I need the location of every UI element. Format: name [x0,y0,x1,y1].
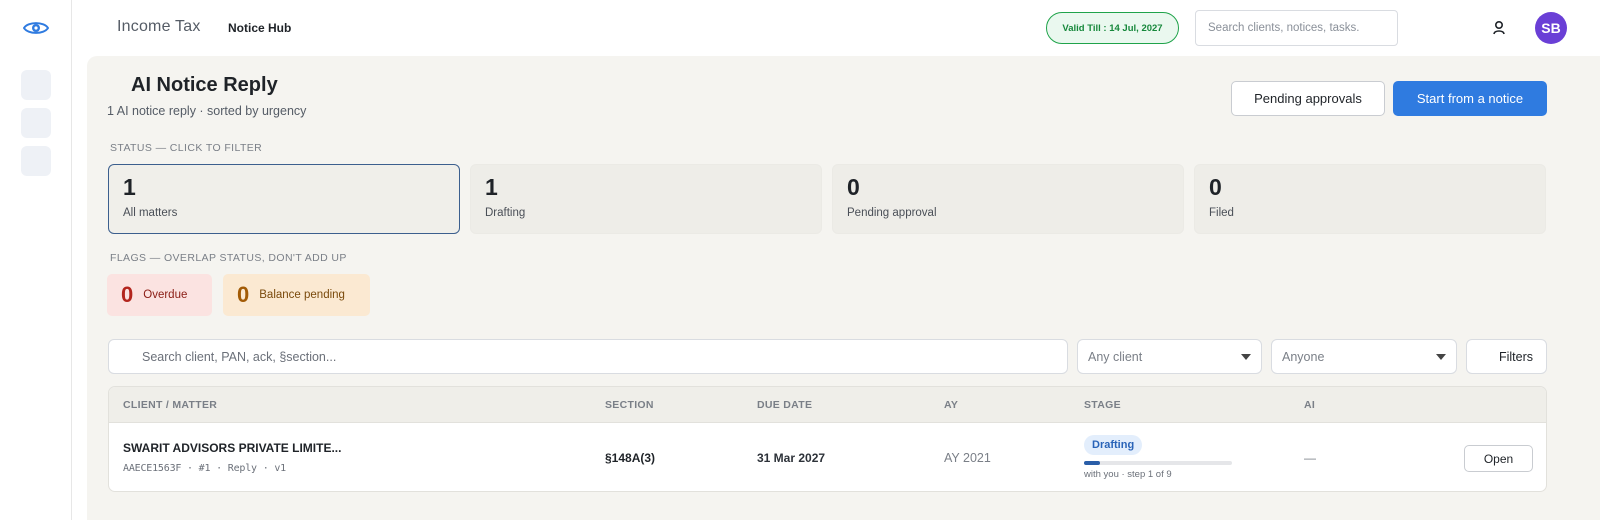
status-card-drafting[interactable]: 1 Drafting [470,164,822,234]
nav-item-2[interactable] [21,108,51,138]
status-label: Filed [1209,207,1234,219]
stage-subtext: with you · step 1 of 9 [1084,469,1172,480]
ay-cell: AY 2021 [944,451,991,465]
client-select[interactable]: Any client [1077,339,1262,374]
product-name[interactable]: Income Tax [117,18,201,36]
client-meta: AAECE1563F · #1 · Reply · v1 [123,463,286,474]
filters-button[interactable]: Filters [1466,339,1547,374]
user-icon[interactable] [1490,19,1508,37]
assignee-select-value: Anyone [1282,349,1325,364]
pending-approvals-button[interactable]: Pending approvals [1231,81,1385,116]
global-search-input[interactable]: Search clients, notices, tasks. [1195,10,1398,46]
stage-badge: Drafting [1084,435,1143,455]
side-rail [0,0,72,520]
nav-item-1[interactable] [21,70,51,100]
flags-section-label: FLAGS — OVERLAP STATUS, DON'T ADD UP [110,252,347,264]
status-card-pending-approval[interactable]: 0 Pending approval [832,164,1184,234]
top-header: Income Tax Notice Hub Valid Till : 14 Ju… [72,0,1600,56]
column-header-due-date[interactable]: DUE DATE [757,399,812,411]
column-header-section[interactable]: SECTION [605,399,654,411]
page-subtitle: 1 AI notice reply · sorted by urgency [107,104,307,118]
status-count: 0 [847,174,860,200]
column-header-ay[interactable]: AY [944,399,958,411]
section-cell: §148A(3) [605,451,656,465]
main-panel: AI Notice Reply 1 AI notice reply · sort… [87,56,1600,520]
status-count: 1 [485,174,498,200]
status-card-filed[interactable]: 0 Filed [1194,164,1546,234]
open-button[interactable]: Open [1464,445,1533,472]
flag-overdue[interactable]: 0 Overdue [107,274,212,316]
column-header-stage[interactable]: STAGE [1084,399,1121,411]
column-header-ai[interactable]: AI [1304,399,1315,411]
status-count: 1 [123,174,136,200]
status-label: Drafting [485,207,526,219]
table-header: CLIENT / MATTER SECTION DUE DATE AY STAG… [109,387,1546,423]
flag-count: 0 [121,282,134,307]
flag-label: Overdue [143,289,188,301]
status-section-label: STATUS — CLICK TO FILTER [110,142,263,154]
status-label: Pending approval [847,207,937,219]
matter-search-input[interactable]: Search client, PAN, ack, §section... [108,339,1068,374]
stage-progress-bar [1084,461,1232,465]
client-name[interactable]: SWARIT ADVISORS PRIVATE LIMITE... [123,441,341,455]
status-count: 0 [1209,174,1222,200]
status-card-all[interactable]: 1 All matters [108,164,460,234]
due-date-cell: 31 Mar 2027 [757,451,826,465]
column-header-client[interactable]: CLIENT / MATTER [123,399,217,411]
chevron-down-icon [1436,354,1446,360]
flag-label: Balance pending [259,289,345,301]
table-row[interactable]: SWARIT ADVISORS PRIVATE LIMITE... AAECE1… [109,423,1546,491]
flag-balance-pending[interactable]: 0 Balance pending [223,274,370,316]
page-title: AI Notice Reply [131,74,278,96]
hub-name[interactable]: Notice Hub [228,21,291,35]
stage-progress-fill [1084,461,1101,465]
flag-count: 0 [237,282,250,307]
matters-table: CLIENT / MATTER SECTION DUE DATE AY STAG… [108,386,1547,492]
status-label: All matters [123,207,178,219]
nav-item-3[interactable] [21,146,51,176]
eye-logo-icon[interactable] [22,14,50,42]
client-select-value: Any client [1088,349,1143,364]
chevron-down-icon [1241,354,1251,360]
ai-cell: — [1304,451,1316,465]
avatar[interactable]: SB [1535,12,1567,44]
validity-badge: Valid Till : 14 Jul, 2027 [1046,12,1179,44]
assignee-select[interactable]: Anyone [1271,339,1457,374]
start-from-notice-button[interactable]: Start from a notice [1393,81,1547,116]
